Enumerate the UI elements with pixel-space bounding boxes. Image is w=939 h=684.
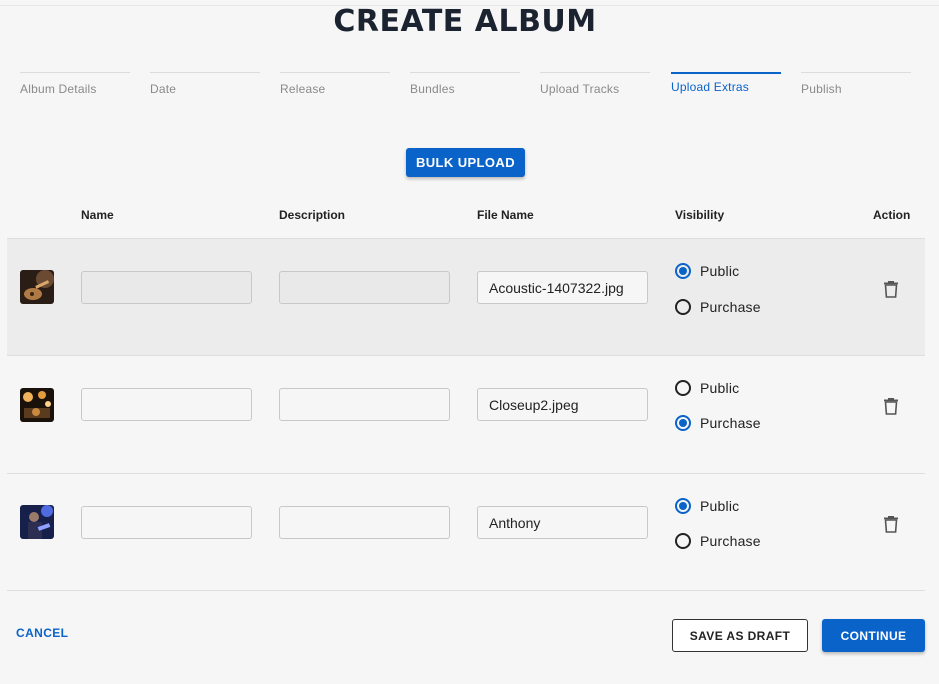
description-input[interactable] [279, 388, 450, 421]
save-as-draft-button[interactable]: SAVE AS DRAFT [672, 619, 808, 652]
step-upload-extras[interactable]: Upload Extras [671, 72, 781, 94]
visibility-public-option[interactable]: Public [675, 261, 739, 281]
column-header-description: Description [279, 208, 346, 222]
radio-purchase[interactable] [675, 533, 691, 549]
trash-icon[interactable] [883, 397, 899, 415]
name-input[interactable] [81, 388, 252, 421]
radio-public[interactable] [675, 380, 691, 396]
radio-public-label: Public [700, 380, 740, 396]
table-row: Public Purchase [7, 238, 925, 356]
continue-button[interactable]: CONTINUE [822, 619, 925, 652]
cancel-button[interactable]: CANCEL [16, 626, 68, 640]
file-name-input[interactable] [477, 271, 648, 304]
table-row: Public Purchase [7, 355, 925, 473]
visibility-public-option[interactable]: Public [675, 378, 739, 398]
trash-icon[interactable] [883, 515, 899, 533]
name-input[interactable] [81, 271, 252, 304]
radio-purchase-label: Purchase [700, 415, 761, 431]
radio-public-label: Public [700, 263, 740, 279]
radio-public[interactable] [675, 498, 691, 514]
visibility-purchase-option[interactable]: Purchase [675, 531, 761, 551]
radio-purchase-label: Purchase [700, 299, 761, 315]
visibility-public-option[interactable]: Public [675, 496, 739, 516]
radio-public[interactable] [675, 263, 691, 279]
name-input[interactable] [81, 506, 252, 539]
file-name-input[interactable] [477, 506, 648, 539]
step-release[interactable]: Release [280, 72, 390, 96]
step-upload-tracks[interactable]: Upload Tracks [540, 72, 650, 96]
step-album-details[interactable]: Album Details [20, 72, 130, 96]
description-input[interactable] [279, 506, 450, 539]
performer-photo [20, 505, 54, 539]
radio-public-label: Public [700, 498, 740, 514]
trash-icon[interactable] [883, 280, 899, 298]
radio-purchase[interactable] [675, 299, 691, 315]
bulk-upload-button[interactable]: BULK UPLOAD [406, 148, 525, 177]
column-header-visibility: Visibility [675, 208, 725, 222]
stepper: Album Details Date Release Bundles Uploa… [20, 72, 911, 102]
footer-divider [7, 590, 925, 591]
radio-purchase[interactable] [675, 415, 691, 431]
step-date[interactable]: Date [150, 72, 260, 96]
visibility-purchase-option[interactable]: Purchase [675, 297, 761, 317]
radio-purchase-label: Purchase [700, 533, 761, 549]
column-header-name: Name [81, 208, 114, 222]
acoustic-guitar-photo [20, 270, 54, 304]
file-name-input[interactable] [477, 388, 648, 421]
step-publish[interactable]: Publish [801, 72, 911, 96]
column-header-action: Action [873, 208, 911, 222]
description-input[interactable] [279, 271, 450, 304]
column-header-file-name: File Name [477, 208, 534, 222]
visibility-purchase-option[interactable]: Purchase [675, 413, 761, 433]
step-bundles[interactable]: Bundles [410, 72, 520, 96]
page-title: CREATE ALBUM [333, 4, 597, 39]
stage-lights-photo [20, 388, 54, 422]
table-row: Public Purchase [7, 473, 925, 591]
